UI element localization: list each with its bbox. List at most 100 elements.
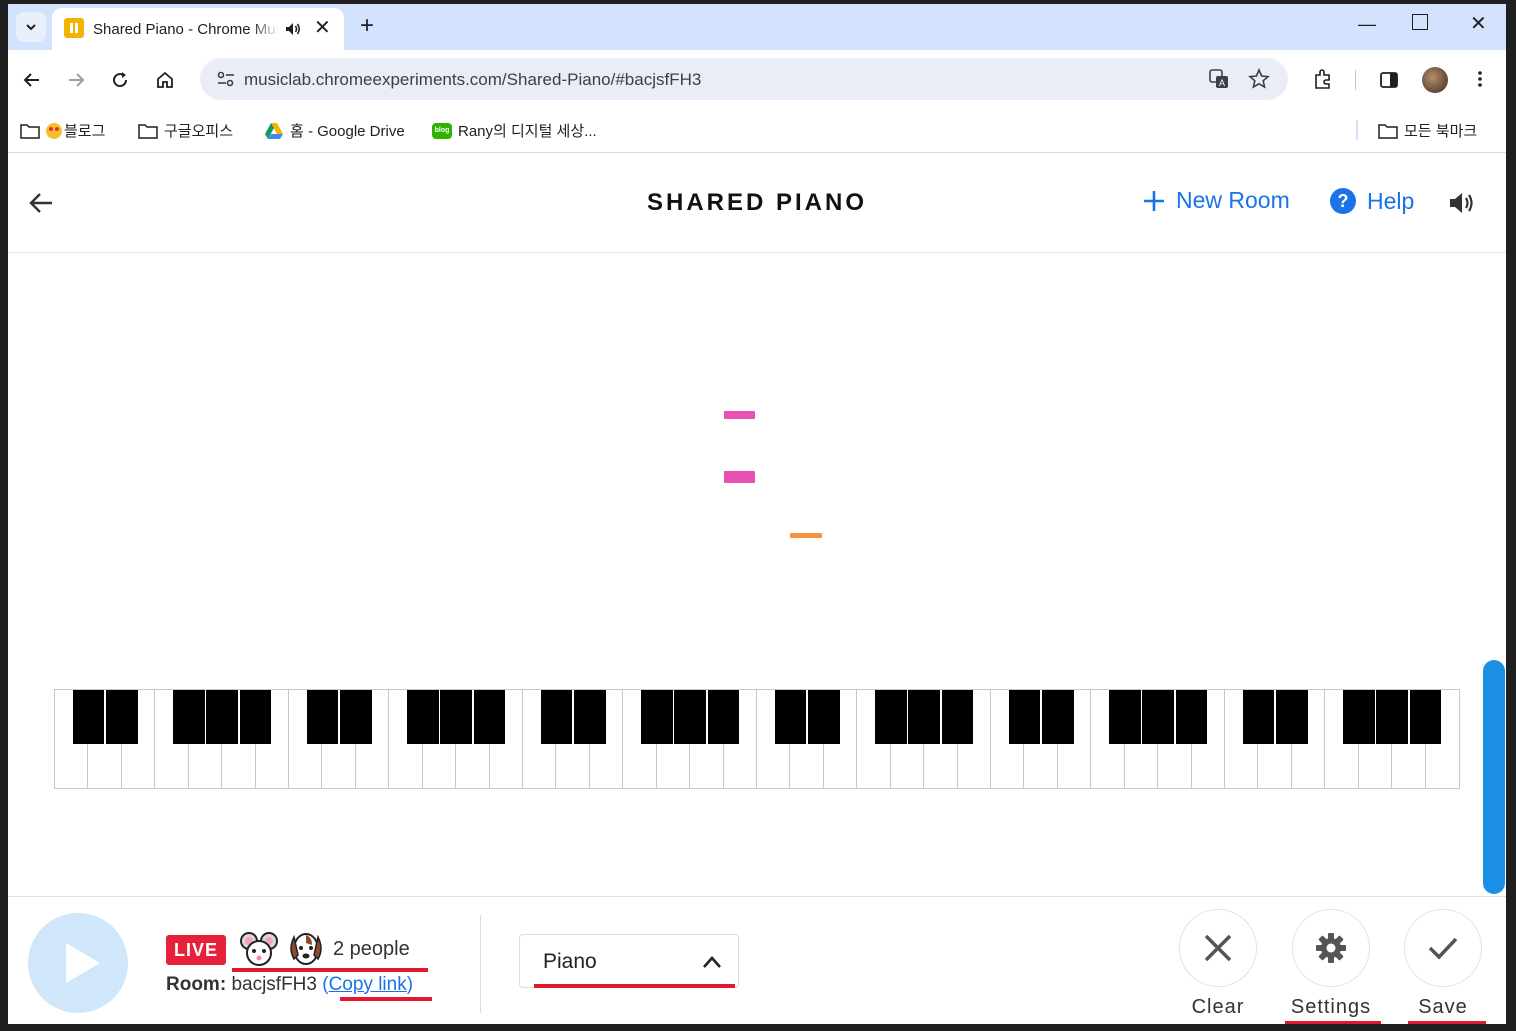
home-icon[interactable] <box>151 66 179 94</box>
url-text: musiclab.chromeexperiments.com/Shared-Pi… <box>244 70 702 89</box>
folder-icon <box>1378 123 1398 139</box>
black-key[interactable] <box>1242 690 1275 744</box>
bookmark-rany-blog[interactable]: blog Rany의 디지털 세상... <box>432 120 597 141</box>
kebab-menu-icon[interactable] <box>1470 69 1490 89</box>
room-label: Room: <box>166 974 227 995</box>
black-key[interactable] <box>874 690 907 744</box>
bookmarks-bar: 블로그 구글오피스 홈 - Google Drive blog Rany의 디지… <box>8 108 1506 153</box>
translate-icon[interactable]: A <box>1208 68 1230 90</box>
new-tab-icon[interactable]: + <box>360 14 374 38</box>
back-icon[interactable] <box>18 66 46 94</box>
forward-icon[interactable] <box>62 66 90 94</box>
black-key[interactable] <box>339 690 372 744</box>
black-key[interactable] <box>807 690 840 744</box>
black-key[interactable] <box>1142 690 1174 744</box>
save-button[interactable] <box>1404 909 1482 987</box>
live-badge: LIVE <box>166 935 226 965</box>
tab-search-button[interactable] <box>16 12 46 42</box>
side-panel-icon[interactable] <box>1379 70 1399 90</box>
bookmark-google-drive[interactable]: 홈 - Google Drive <box>264 120 405 141</box>
chevron-up-icon <box>703 956 721 968</box>
black-key[interactable] <box>1041 690 1074 744</box>
play-button[interactable] <box>28 913 128 1013</box>
black-key[interactable] <box>1175 690 1208 744</box>
black-key[interactable] <box>908 690 940 744</box>
underline-marker <box>1408 1021 1486 1024</box>
black-key[interactable] <box>640 690 673 744</box>
instrument-select[interactable]: Piano <box>519 934 739 988</box>
bookmark-folder-blog[interactable]: 블로그 <box>20 120 105 141</box>
settings-button[interactable] <box>1292 909 1370 987</box>
black-key[interactable] <box>1008 690 1041 744</box>
note-bar <box>724 471 755 483</box>
black-key[interactable] <box>1108 690 1141 744</box>
black-key[interactable] <box>1275 690 1308 744</box>
mouse-emoji-avatar <box>240 932 278 966</box>
music-lab-favicon-icon <box>64 18 84 38</box>
scrollbar-thumb[interactable] <box>1483 660 1505 894</box>
bookmark-label: 구글오피스 <box>164 123 234 140</box>
footer-divider <box>480 915 481 1013</box>
extensions-icon[interactable] <box>1312 68 1334 90</box>
bookmark-star-icon[interactable] <box>1248 68 1270 90</box>
black-key[interactable] <box>1376 690 1408 744</box>
black-key[interactable] <box>406 690 439 744</box>
black-key[interactable] <box>206 690 238 744</box>
black-key[interactable] <box>573 690 606 744</box>
copy-link[interactable]: Copy link <box>329 974 407 995</box>
black-key[interactable] <box>473 690 506 744</box>
bookmark-folder-google-office[interactable]: 구글오피스 <box>138 120 233 141</box>
black-key[interactable] <box>105 690 138 744</box>
clear-label: Clear <box>1191 996 1245 1018</box>
reload-icon[interactable] <box>106 66 134 94</box>
tab-close-icon[interactable]: ✕ <box>314 18 331 38</box>
copy-link-paren-close: ) <box>406 974 414 995</box>
underline-marker <box>340 997 432 1001</box>
help-button[interactable]: ? Help <box>1329 187 1414 215</box>
black-key[interactable] <box>172 690 205 744</box>
clear-button[interactable] <box>1179 909 1257 987</box>
black-key[interactable] <box>674 690 706 744</box>
bookmark-label: 홈 - Google Drive <box>290 123 405 140</box>
checkmark-icon <box>1428 937 1458 960</box>
site-info-icon[interactable] <box>216 70 236 88</box>
black-key[interactable] <box>774 690 807 744</box>
black-key[interactable] <box>72 690 105 744</box>
black-key[interactable] <box>440 690 472 744</box>
svg-text:A: A <box>1219 78 1225 88</box>
heart-eyes-emoji-icon <box>46 122 62 139</box>
chevron-down-icon <box>26 24 36 31</box>
black-key[interactable] <box>1409 690 1442 744</box>
profile-avatar[interactable] <box>1422 67 1448 93</box>
maximize-icon[interactable] <box>1412 14 1428 30</box>
black-key[interactable] <box>540 690 573 744</box>
black-key[interactable] <box>941 690 974 744</box>
room-info: Room: bacjsfFH3 (Copy link) <box>166 974 413 996</box>
plus-icon <box>1144 190 1164 211</box>
svg-text:?: ? <box>1338 191 1349 211</box>
tab-audio-icon[interactable] <box>284 20 302 38</box>
browser-toolbar: musiclab.chromeexperiments.com/Shared-Pi… <box>8 50 1506 108</box>
address-bar[interactable]: musiclab.chromeexperiments.com/Shared-Pi… <box>200 58 1288 100</box>
black-key[interactable] <box>1342 690 1375 744</box>
close-x-icon <box>1204 934 1232 962</box>
bookmark-label: 모든 북마크 <box>1404 123 1478 140</box>
gear-icon <box>1316 933 1346 963</box>
folder-icon <box>20 123 40 139</box>
note-bar <box>790 533 822 538</box>
instrument-value: Piano <box>543 950 597 973</box>
active-tab[interactable]: Shared Piano - Chrome Music Lab ✕ <box>52 8 344 50</box>
black-key[interactable] <box>239 690 272 744</box>
new-room-button[interactable]: New Room <box>1142 187 1290 214</box>
black-key[interactable] <box>306 690 339 744</box>
note-roll-stage <box>8 253 1506 895</box>
people-count: 2 people <box>333 938 410 960</box>
minimize-icon[interactable]: — <box>1358 12 1376 36</box>
toolbar-divider <box>1355 70 1356 90</box>
speaker-icon[interactable] <box>1448 190 1476 216</box>
all-bookmarks-folder[interactable]: 모든 북마크 <box>1378 120 1477 141</box>
piano-keyboard[interactable] <box>54 689 1460 789</box>
black-key[interactable] <box>707 690 740 744</box>
underline-marker <box>534 984 735 988</box>
window-close-icon[interactable]: ✕ <box>1470 12 1487 36</box>
